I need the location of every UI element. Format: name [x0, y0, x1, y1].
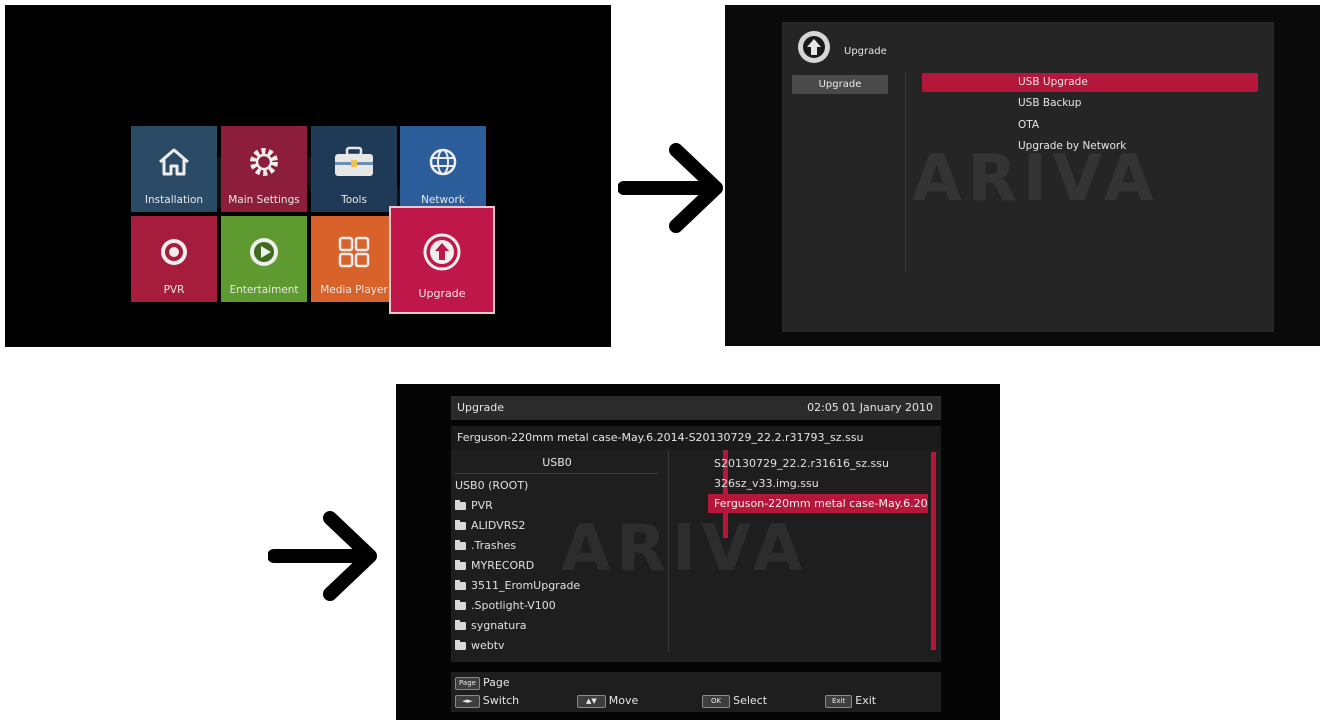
directory-root[interactable]: USB0 (ROOT)	[455, 476, 665, 496]
play-icon	[250, 238, 278, 266]
tile-upgrade[interactable]: Upgrade	[389, 206, 495, 314]
arrow-right-icon	[618, 140, 726, 236]
file-item[interactable]: 326sz_v33.img.ssu	[708, 474, 928, 493]
page-title: Upgrade	[457, 401, 505, 414]
directory-item[interactable]: .Spotlight-V100	[455, 596, 665, 616]
tile-label: PVR	[163, 284, 185, 296]
help-page: Page Page	[455, 675, 510, 691]
help-switch: ◄► Switch	[455, 693, 519, 709]
help-exit: Exit Exit	[825, 693, 876, 709]
divider	[668, 450, 669, 652]
folder-icon	[455, 500, 466, 510]
tile-network[interactable]: Network	[400, 126, 486, 212]
up-down-key-icon: ▲▼	[577, 694, 606, 708]
folder-icon	[455, 540, 466, 550]
globe-icon	[429, 148, 457, 176]
folder-icon	[455, 600, 466, 610]
category-tab-upgrade[interactable]: Upgrade	[792, 75, 888, 94]
tile-label: Upgrade	[418, 287, 466, 300]
record-icon	[161, 239, 187, 265]
file-browser-screen: Upgrade 02:05 01 January 2010 Ferguson-2…	[396, 384, 1000, 720]
file-item-selected[interactable]: Ferguson-220mm metal case-May.6.2014-S20…	[708, 494, 928, 513]
directory-item[interactable]: 3511_EromUpgrade	[455, 576, 665, 596]
folder-icon	[455, 520, 466, 530]
folder-icon	[455, 620, 466, 630]
datetime: 02:05 01 January 2010	[807, 401, 933, 414]
option-ota[interactable]: OTA	[922, 116, 1258, 135]
exit-key-icon: Exit	[825, 694, 853, 708]
option-upgrade-by-network[interactable]: Upgrade by Network	[922, 137, 1258, 156]
folder-icon	[455, 580, 466, 590]
tile-label: Tools	[341, 194, 367, 206]
tile-entertainment[interactable]: Entertaiment	[221, 216, 307, 302]
device-header: USB0	[455, 452, 659, 474]
tile-label: Network	[421, 194, 465, 206]
divider	[905, 72, 906, 272]
ok-key-icon: OK	[702, 694, 731, 708]
page-key-icon: Page	[455, 676, 480, 690]
tile-label: Main Settings	[228, 194, 300, 206]
gear-icon	[250, 148, 278, 176]
browser-body: ARIVA USB0 USB0 (ROOT) PVR ALIDVRS2 .Tra…	[451, 450, 941, 662]
tile-pvr[interactable]: PVR	[131, 216, 217, 302]
directory-item[interactable]: ALIDVRS2	[455, 516, 665, 536]
directory-item[interactable]: PVR	[455, 496, 665, 516]
toolbox-icon	[335, 146, 373, 176]
tile-label: Media Player	[320, 284, 388, 296]
folder-icon	[455, 640, 466, 650]
option-usb-upgrade[interactable]: USB Upgrade	[922, 73, 1258, 92]
selected-file-path: Ferguson-220mm metal case-May.6.2014-S20…	[451, 426, 941, 450]
footer-help-bar: Page Page ◄► Switch ▲▼ Move OK Select Exit Ex…	[451, 672, 941, 712]
upgrade-icon	[423, 233, 461, 271]
tile-media-player[interactable]: Media Player	[311, 216, 397, 302]
option-usb-backup[interactable]: USB Backup	[922, 94, 1258, 113]
main-menu-screen: ARIVA Installation Main Settings Tools N…	[5, 5, 611, 347]
arrow-right-icon	[268, 508, 380, 604]
page-title: Upgrade	[844, 46, 887, 57]
tile-tools[interactable]: Tools	[311, 126, 397, 212]
upgrade-icon	[798, 31, 830, 63]
help-select: OK Select	[702, 693, 767, 709]
help-move: ▲▼ Move	[577, 693, 638, 709]
file-scrollbar[interactable]	[931, 452, 936, 650]
folder-icon	[455, 560, 466, 570]
tile-main-settings[interactable]: Main Settings	[221, 126, 307, 212]
tile-label: Entertaiment	[229, 284, 299, 296]
directory-item[interactable]: webtv	[455, 636, 665, 656]
directory-item[interactable]: .Trashes	[455, 536, 665, 556]
grid-icon	[338, 236, 370, 268]
tile-installation[interactable]: Installation	[131, 126, 217, 212]
header-bar: Upgrade 02:05 01 January 2010	[451, 396, 941, 420]
directory-item[interactable]: sygnatura	[455, 616, 665, 636]
file-item[interactable]: S20130729_22.2.r31616_sz.ssu	[708, 454, 928, 473]
upgrade-menu-panel: ARIVA Upgrade Upgrade USB Upgrade USB Ba…	[782, 22, 1274, 332]
directory-item[interactable]: MYRECORD	[455, 556, 665, 576]
left-right-key-icon: ◄►	[455, 694, 480, 708]
upgrade-menu-screen: ARIVA Upgrade Upgrade USB Upgrade USB Ba…	[725, 5, 1320, 346]
home-icon	[159, 148, 189, 176]
tile-label: Installation	[144, 194, 204, 206]
